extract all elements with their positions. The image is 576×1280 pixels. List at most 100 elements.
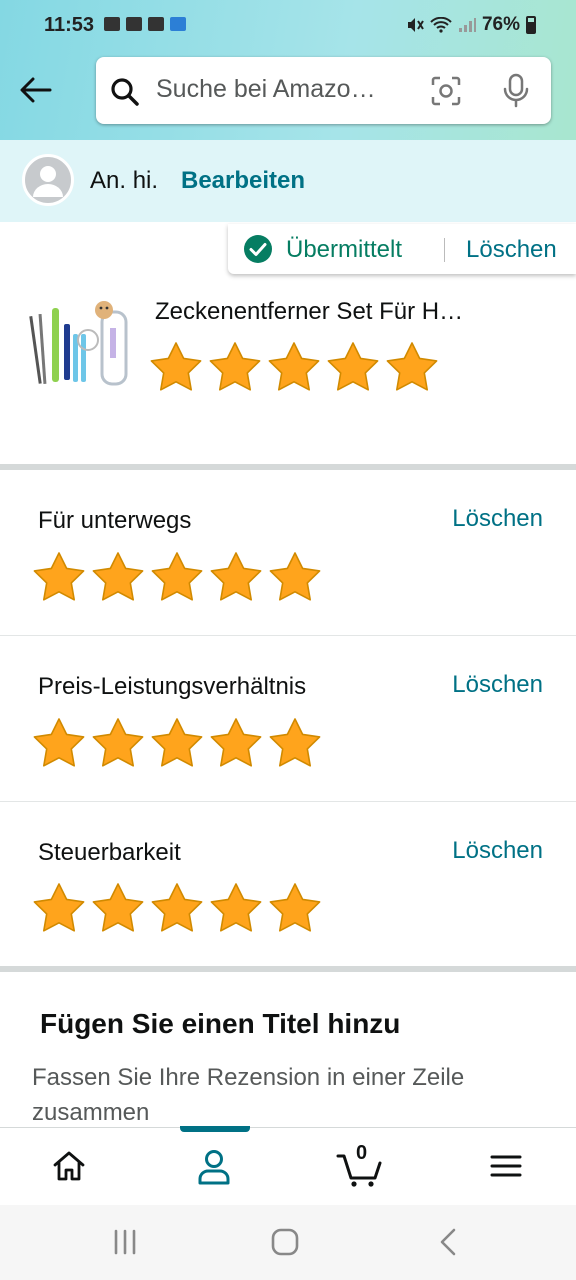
image-icon <box>148 17 164 31</box>
star-icon <box>327 342 379 391</box>
section-divider <box>0 464 576 470</box>
star-1-button[interactable] <box>31 716 90 772</box>
star-icon <box>269 883 321 932</box>
system-status: 76% <box>406 14 536 36</box>
system-navigation-bar <box>0 1205 576 1280</box>
attribute-star-rating[interactable] <box>31 716 326 772</box>
mail-icon <box>104 17 120 31</box>
star-icon <box>151 718 203 767</box>
status-time: 11:53 <box>44 14 95 36</box>
avatar <box>22 154 74 206</box>
mute-icon <box>407 18 424 32</box>
section-divider <box>0 966 576 972</box>
notification-icons <box>104 17 186 31</box>
star-icon <box>33 883 85 932</box>
recent-apps-icon[interactable] <box>110 1227 140 1257</box>
hamburger-menu-icon <box>490 1155 522 1177</box>
nav-home[interactable] <box>51 1148 91 1188</box>
star-4-button[interactable] <box>325 340 384 396</box>
star-icon <box>269 718 321 767</box>
star-4-button[interactable] <box>208 550 267 606</box>
product-image <box>28 294 130 388</box>
delete-attribute-link[interactable]: Löschen <box>452 837 543 865</box>
delete-attribute-link[interactable]: Löschen <box>452 671 543 699</box>
signal-icon <box>458 18 476 32</box>
star-3-button[interactable] <box>149 716 208 772</box>
row-divider <box>0 801 576 802</box>
star-icon <box>92 718 144 767</box>
wifi-icon <box>430 17 452 33</box>
edit-profile-link[interactable]: Bearbeiten <box>181 167 305 195</box>
star-icon <box>151 883 203 932</box>
attribute-star-rating[interactable] <box>31 550 326 606</box>
star-2-button[interactable] <box>90 550 149 606</box>
app-notification-icon <box>170 17 186 31</box>
submitted-label: Übermittelt <box>286 236 403 263</box>
star-icon <box>33 718 85 767</box>
microphone-icon[interactable] <box>500 73 532 109</box>
delete-review-link[interactable]: Löschen <box>466 236 557 264</box>
active-tab-indicator <box>180 1126 250 1132</box>
back-button[interactable] <box>18 72 54 108</box>
battery-icon <box>526 16 536 34</box>
star-icon <box>210 718 262 767</box>
divider <box>444 238 445 262</box>
star-1-button[interactable] <box>148 340 207 396</box>
nav-menu[interactable] <box>488 1148 528 1188</box>
star-icon <box>386 342 438 391</box>
attribute-star-rating[interactable] <box>31 881 326 937</box>
star-4-button[interactable] <box>208 716 267 772</box>
home-button-icon[interactable] <box>270 1227 300 1257</box>
check-circle-icon <box>244 235 272 263</box>
account-icon <box>198 1150 230 1185</box>
star-3-button[interactable] <box>266 340 325 396</box>
star-icon <box>92 883 144 932</box>
attribute-label: Preis-Leistungsverhältnis <box>38 673 307 700</box>
product-star-rating[interactable] <box>148 340 443 396</box>
row-divider <box>0 635 576 636</box>
nav-account[interactable] <box>196 1148 236 1188</box>
camera-scan-icon[interactable] <box>430 75 462 107</box>
reviewer-profile: An. hi. Bearbeiten <box>0 140 576 222</box>
star-icon <box>269 552 321 601</box>
star-icon <box>268 342 320 391</box>
profile-name: An. hi. <box>90 167 159 194</box>
star-1-button[interactable] <box>31 550 90 606</box>
attribute-label: Für unterwegs <box>38 507 192 534</box>
star-5-button[interactable] <box>267 881 326 937</box>
star-2-button[interactable] <box>90 716 149 772</box>
bottom-navigation: 0 <box>0 1126 576 1205</box>
battery-percent: 76% <box>481 14 520 35</box>
status-bar: 11:53 76% <box>0 0 576 50</box>
star-1-button[interactable] <box>31 881 90 937</box>
app-header: 11:53 76% <box>0 0 576 140</box>
search-bar[interactable] <box>96 57 551 124</box>
back-nav-icon[interactable] <box>434 1227 464 1257</box>
star-icon <box>150 342 202 391</box>
star-icon <box>151 552 203 601</box>
star-4-button[interactable] <box>208 881 267 937</box>
star-icon <box>210 552 262 601</box>
star-5-button[interactable] <box>267 716 326 772</box>
star-3-button[interactable] <box>149 881 208 937</box>
star-3-button[interactable] <box>149 550 208 606</box>
person-icon <box>33 166 63 197</box>
star-icon <box>210 883 262 932</box>
search-input[interactable] <box>156 75 406 104</box>
arrow-left-icon <box>20 77 52 103</box>
home-icon <box>53 1151 85 1181</box>
mail-icon <box>126 17 142 31</box>
delete-attribute-link[interactable]: Löschen <box>452 505 543 533</box>
submission-status-bar: Übermittelt Löschen <box>228 224 576 274</box>
attribute-label: Steuerbarkeit <box>38 839 181 866</box>
star-2-button[interactable] <box>207 340 266 396</box>
search-icon <box>111 78 139 106</box>
star-2-button[interactable] <box>90 881 149 937</box>
star-icon <box>33 552 85 601</box>
product-title: Zeckenentferner Set Für H… <box>155 298 464 325</box>
star-5-button[interactable] <box>384 340 443 396</box>
star-5-button[interactable] <box>267 550 326 606</box>
star-icon <box>92 552 144 601</box>
add-title-heading: Fügen Sie einen Titel hinzu <box>40 1008 401 1039</box>
title-hint: Fassen Sie Ihre Rezension in einer Zeile… <box>32 1064 465 1126</box>
